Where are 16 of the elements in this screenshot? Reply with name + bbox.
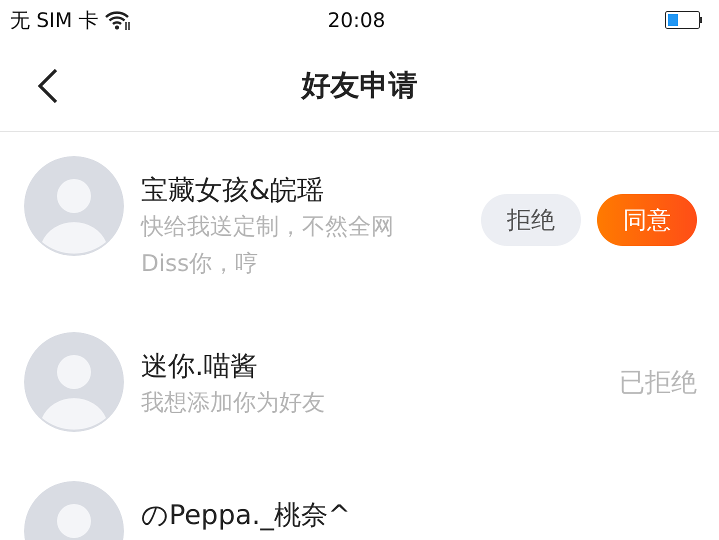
battery-icon [665, 11, 703, 29]
friend-name: のPeppa._桃奈^ [141, 499, 352, 533]
avatar-icon [24, 156, 124, 256]
friend-name: 宝藏女孩&皖瑶 [141, 174, 326, 208]
request-message: 我想添加你为好友 [141, 389, 326, 418]
wifi-icon [104, 10, 131, 30]
avatar-icon [24, 332, 124, 432]
back-icon [36, 68, 60, 104]
back-button[interactable] [36, 68, 60, 104]
page-title: 好友申请 [302, 68, 418, 102]
clock-time: 20:08 [326, 8, 386, 32]
friend-name: 迷你.喵酱 [141, 350, 259, 384]
status-label: 已拒绝 [619, 366, 697, 400]
reject-button[interactable]: 拒绝 [481, 194, 581, 246]
request-message: 快给我送定制，不然全网Diss你，哼 [141, 213, 395, 279]
carrier-label: 无 SIM 卡 [10, 6, 99, 34]
